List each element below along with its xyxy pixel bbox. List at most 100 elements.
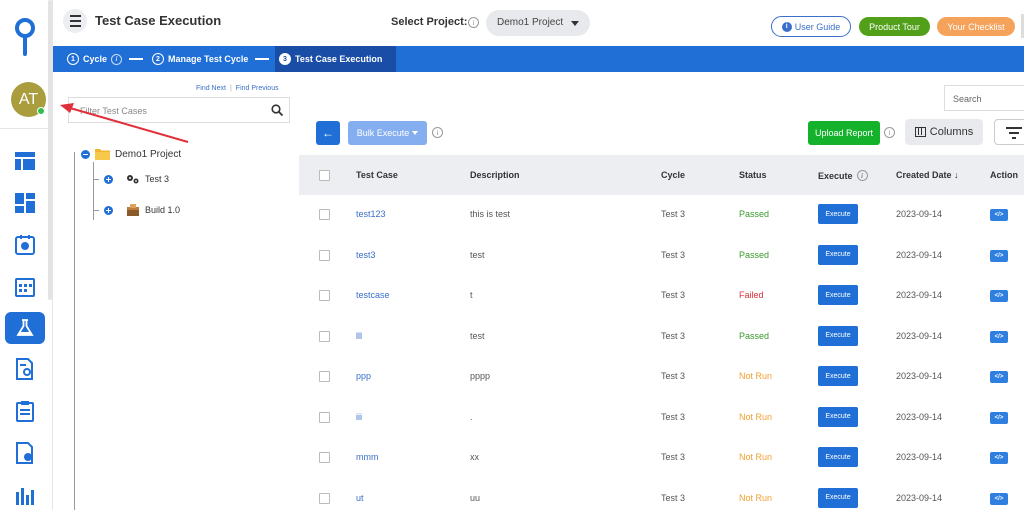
execute-button[interactable]: Execute <box>818 406 858 427</box>
row-checkbox[interactable] <box>319 492 330 504</box>
status-badge: Passed <box>739 249 770 260</box>
code-action-button[interactable]: </> <box>990 452 1008 464</box>
row-checkbox[interactable] <box>319 290 330 301</box>
product-tour-button[interactable]: Product Tour <box>859 17 930 36</box>
test-case-link[interactable]: iii <box>356 412 362 422</box>
user-avatar[interactable]: AT <box>11 82 46 117</box>
find-next-link[interactable]: Find Next <box>196 85 226 92</box>
select-project-label: Select Project: <box>391 16 468 28</box>
code-action-button[interactable]: </> <box>990 209 1008 221</box>
breadcrumb-step-test-case-execution[interactable]: 3 Test Case Execution <box>275 46 397 72</box>
tree-node-test-3[interactable]: Test 3 <box>93 174 169 184</box>
filter-placeholder: Filter Test Cases <box>80 106 147 116</box>
tree-node-build[interactable]: Build 1.0 <box>93 204 180 216</box>
nav-scrollbar[interactable] <box>48 0 52 300</box>
test-case-link[interactable]: test3 <box>356 250 376 260</box>
row-checkbox[interactable] <box>319 452 330 463</box>
menu-toggle-button[interactable] <box>63 9 87 33</box>
chevron-down-icon <box>571 21 579 26</box>
expand-icon[interactable] <box>104 205 113 215</box>
row-checkbox[interactable] <box>319 411 330 423</box>
upload-info-icon[interactable]: i <box>884 127 895 138</box>
execute-button[interactable]: Execute <box>818 366 858 386</box>
description-cell: test <box>470 249 485 260</box>
bulk-info-icon[interactable]: i <box>432 127 443 138</box>
test-case-link[interactable]: ut <box>356 493 364 503</box>
row-checkbox[interactable] <box>319 330 330 342</box>
tree-connector <box>74 152 75 510</box>
upload-report-button[interactable]: Upload Report <box>808 121 880 145</box>
column-header-execute[interactable]: Execute i <box>818 170 868 181</box>
execute-button[interactable]: Execute <box>818 204 858 224</box>
select-all-checkbox[interactable] <box>319 170 330 181</box>
code-action-button[interactable]: </> <box>990 249 1008 262</box>
test-case-link[interactable]: mmm <box>356 452 379 462</box>
collapse-icon[interactable] <box>81 149 90 159</box>
bulk-execute-label: Bulk Execute <box>356 128 410 138</box>
column-header-status[interactable]: Status <box>739 170 767 180</box>
table-row: ppp pppp Test 3 Not Run Execute 2023-09-14 </> <box>299 357 1024 397</box>
row-checkbox[interactable] <box>319 249 330 261</box>
filter-test-cases-input[interactable]: Filter Test Cases <box>68 97 290 123</box>
row-checkbox[interactable] <box>319 371 330 382</box>
column-header-test-case[interactable]: Test Case <box>356 170 398 180</box>
bulk-execute-button[interactable]: Bulk Execute <box>348 121 427 145</box>
nav-item-test-execution[interactable] <box>5 312 45 344</box>
document-search-icon[interactable] <box>14 358 36 380</box>
column-header-cycle[interactable]: Cycle <box>661 170 685 180</box>
find-previous-link[interactable]: Find Previous <box>236 85 279 92</box>
column-header-action: Action <box>990 170 1018 180</box>
row-checkbox[interactable] <box>319 209 330 220</box>
test-case-link[interactable]: ppp <box>356 371 371 381</box>
execute-header-label: Execute <box>818 170 853 181</box>
step-number: 2 <box>152 53 164 65</box>
test-case-link[interactable]: test123 <box>356 209 386 219</box>
breadcrumb-step-cycle[interactable]: 1 Cycle i <box>67 46 144 72</box>
gears-icon <box>127 175 139 184</box>
tree-node-root[interactable]: Demo1 Project <box>81 148 181 160</box>
column-header-created-date[interactable]: Created Date ↓ <box>896 170 959 180</box>
execute-button[interactable]: Execute <box>818 325 858 346</box>
checklist-button[interactable]: Your Checklist <box>937 17 1015 36</box>
test-case-link[interactable]: testcase <box>356 290 390 300</box>
avatar-initials: AT <box>18 90 39 108</box>
document-settings-icon[interactable] <box>14 442 36 464</box>
project-select[interactable]: Demo1 Project <box>486 10 590 36</box>
dashboard-icon[interactable] <box>14 150 36 172</box>
settings-report-icon[interactable] <box>14 234 36 256</box>
clipboard-icon[interactable] <box>14 400 36 422</box>
project-info-icon[interactable]: i <box>468 17 479 28</box>
search-input[interactable]: Search <box>944 85 1024 111</box>
calendar-report-icon[interactable] <box>14 276 36 298</box>
app: AT Test Case Execution Select Project: i… <box>0 0 1024 510</box>
description-cell: test <box>470 330 485 341</box>
search-icon[interactable] <box>271 104 283 116</box>
app-logo-icon <box>15 18 35 56</box>
back-button[interactable]: ← <box>316 121 340 145</box>
code-action-button[interactable]: </> <box>990 492 1008 505</box>
info-icon[interactable]: i <box>856 170 868 181</box>
code-action-button[interactable]: </> <box>990 330 1008 343</box>
execute-button[interactable]: Execute <box>818 285 858 305</box>
execute-button[interactable]: Execute <box>818 447 858 467</box>
expand-icon[interactable] <box>104 174 113 184</box>
step-label: Cycle <box>83 54 108 64</box>
page-title: Test Case Execution <box>95 13 222 28</box>
code-action-button[interactable]: </> <box>990 371 1008 383</box>
step-connector <box>129 58 144 60</box>
execute-button[interactable]: Execute <box>818 244 858 265</box>
created-date-cell: 2023-09-14 <box>896 249 943 260</box>
table-header: Test Case Description Cycle Status Execu… <box>299 155 1024 195</box>
execute-button[interactable]: Execute <box>818 487 858 508</box>
column-header-description[interactable]: Description <box>470 170 520 180</box>
user-guide-button[interactable]: i User Guide <box>771 16 851 37</box>
code-action-button[interactable]: </> <box>990 411 1008 424</box>
info-icon[interactable]: i <box>111 53 123 65</box>
breadcrumb-step-manage-test-cycle[interactable]: 2 Manage Test Cycle <box>152 46 270 72</box>
widgets-icon[interactable] <box>14 192 36 214</box>
filter-button[interactable] <box>994 119 1024 145</box>
columns-button[interactable]: Columns <box>905 119 983 145</box>
code-action-button[interactable]: </> <box>990 290 1008 302</box>
bar-chart-icon[interactable] <box>14 484 36 506</box>
test-case-link[interactable]: lll <box>356 331 362 341</box>
